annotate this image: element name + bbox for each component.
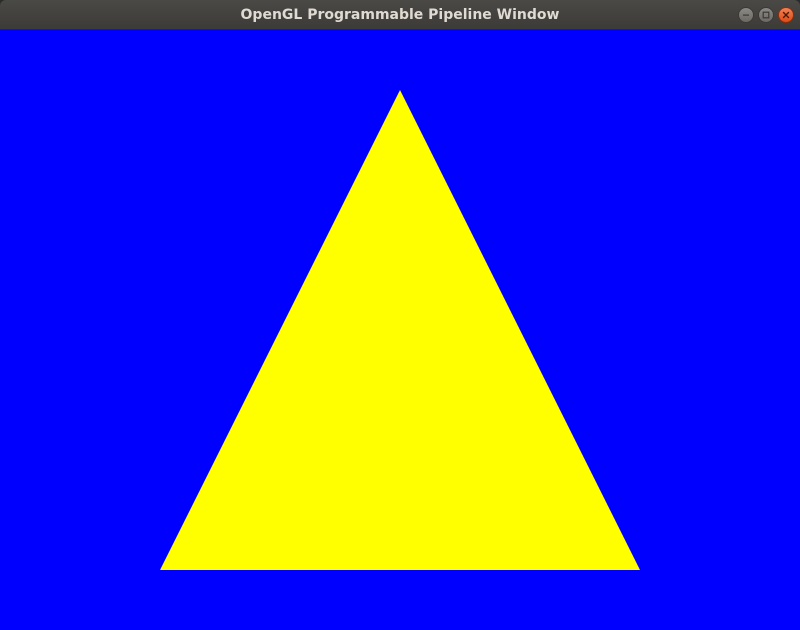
minimize-button[interactable] [738, 7, 754, 23]
maximize-icon [762, 11, 770, 19]
close-icon [782, 11, 790, 19]
title-bar[interactable]: OpenGL Programmable Pipeline Window [0, 0, 800, 30]
maximize-button[interactable] [758, 7, 774, 23]
window-controls [738, 7, 794, 23]
close-button[interactable] [778, 7, 794, 23]
app-window: OpenGL Programmable Pipeline Window [0, 0, 800, 630]
window-title: OpenGL Programmable Pipeline Window [240, 7, 560, 23]
minimize-icon [743, 14, 749, 16]
gl-render-surface [0, 30, 800, 630]
gl-canvas [0, 30, 800, 630]
